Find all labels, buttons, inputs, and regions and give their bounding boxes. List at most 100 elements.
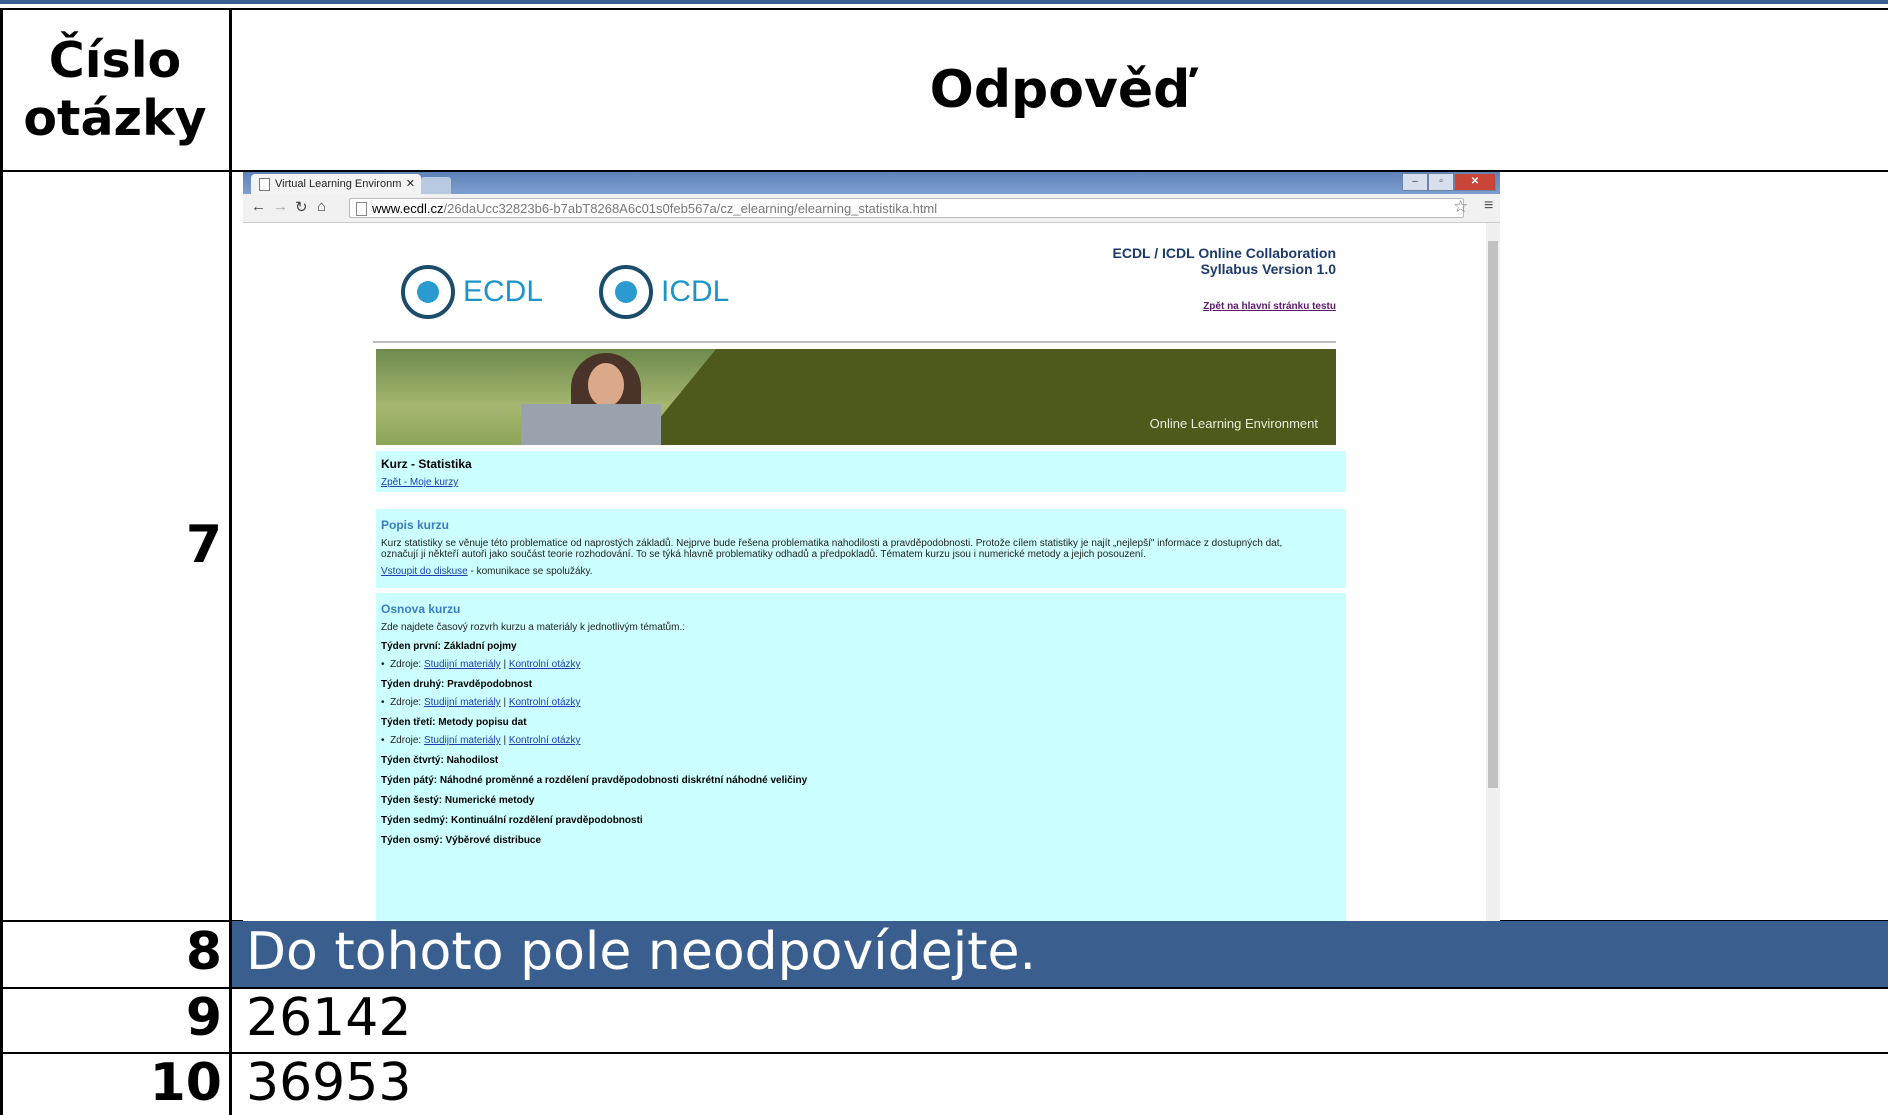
week-label: Týden šestý: (381, 795, 443, 806)
week-3: Týden třetí: Metody popisu dat (381, 717, 527, 728)
banner-text: Online Learning Environment (1149, 416, 1318, 431)
menu-icon[interactable]: ≡ (1484, 197, 1493, 215)
new-tab-button[interactable] (421, 177, 451, 194)
discussion-text: - komunikace se spolužáky. (467, 566, 593, 577)
home-icon[interactable]: ⌂ (317, 198, 326, 215)
week-topic: Metody popisu dat (435, 717, 527, 728)
quiz-link[interactable]: Kontrolní otázky (509, 697, 581, 708)
week-topic: Nahodilost (443, 755, 499, 766)
resources-label: Zdroje: (390, 659, 424, 670)
answer-header: Odpověď (929, 59, 1191, 120)
maximize-icon[interactable]: ▫ (1428, 173, 1454, 191)
discussion-link[interactable]: Vstoupit do diskuse (381, 566, 468, 577)
tab-bar: Virtual Learning Environm ✕ – ▫ ✕ (243, 172, 1500, 194)
week-topic: Výběrové distribuce (442, 835, 542, 846)
quiz-link[interactable]: Kontrolní otázky (509, 735, 581, 746)
answer-10: 36953 (246, 1053, 412, 1113)
description-text-1: Kurz statistiky se věnuje této problemat… (381, 538, 1283, 549)
ecdl-logo-text: ECDL (463, 275, 544, 308)
window-controls: – ▫ ✕ (1402, 173, 1496, 191)
answer-8: Do tohoto pole neodpovídejte. (246, 922, 1037, 982)
study-materials-link[interactable]: Studijní materiály (424, 697, 501, 708)
syllabus-title-line-1: ECDL / ICDL Online Collaboration (1112, 245, 1337, 261)
url-host: www.ecdl.cz (372, 201, 444, 216)
separator: | (500, 735, 509, 746)
header-line-2: otázky (23, 89, 207, 147)
week-topic: Náhodné proměnné a rozdělení pravděpodob… (437, 775, 808, 786)
back-arrow-icon[interactable]: ← (251, 198, 266, 215)
description-heading: Popis kurzu (381, 518, 450, 532)
resources-label: Zdroje: (390, 697, 424, 708)
resources-3: • Zdroje: Studijní materiály | Kontrolní… (381, 735, 581, 746)
separator: | (500, 659, 509, 670)
header-line-1: Číslo (48, 31, 182, 89)
forward-arrow-icon[interactable]: → (273, 198, 288, 215)
outline-box: Osnova kurzu Zde najdete časový rozvrh k… (376, 593, 1346, 921)
resources-label: Zdroje: (390, 735, 424, 746)
question-number-7: 7 (185, 515, 222, 575)
week-label: Týden druhý: (381, 679, 445, 690)
week-topic: Pravděpodobnost (444, 679, 533, 690)
question-number-10: 10 (149, 1053, 222, 1113)
url-path: /26daUcc32823b6-b7abT8268A6c01s0feb567a/… (443, 201, 938, 216)
top-accent-bar (0, 0, 1888, 4)
browser-screenshot: Virtual Learning Environm ✕ – ▫ ✕ ← → ↻ … (243, 172, 1500, 921)
close-tab-icon[interactable]: ✕ (406, 174, 415, 194)
resources-1: • Zdroje: Studijní materiály | Kontrolní… (381, 659, 581, 670)
week-5: Týden pátý: Náhodné proměnné a rozdělení… (381, 775, 807, 786)
address-bar[interactable]: www.ecdl.cz/26daUcc32823b6-b7abT8268A6c0… (349, 198, 1464, 218)
page-icon (259, 178, 270, 191)
bookmark-star-icon[interactable]: ☆ (1453, 197, 1468, 217)
icdl-logo: ICDL (599, 265, 729, 319)
back-to-test-link[interactable]: Zpět na hlavní stránku testu (1203, 301, 1336, 312)
tab-title: Virtual Learning Environm (275, 178, 402, 190)
question-number-8: 8 (185, 922, 222, 982)
question-number-header: Číslo otázky (0, 8, 230, 171)
week-label: Týden pátý: (381, 775, 438, 786)
ecdl-logo: ECDL (401, 265, 543, 319)
navigation-bar: ← → ↻ ⌂ www.ecdl.cz/26daUcc32823b6-b7abT… (243, 194, 1500, 223)
banner-face (588, 363, 624, 407)
answer-9: 26142 (246, 988, 412, 1048)
week-topic: Numerické metody (442, 795, 535, 806)
study-materials-link[interactable]: Studijní materiály (424, 659, 501, 670)
week-label: Týden třetí: (381, 717, 436, 728)
close-window-icon[interactable]: ✕ (1454, 173, 1496, 191)
globe-icon (599, 265, 653, 319)
browser-tab[interactable]: Virtual Learning Environm ✕ (251, 174, 421, 194)
description-box: Popis kurzu Kurz statistiky se věnuje té… (376, 509, 1346, 588)
question-number-9: 9 (185, 988, 222, 1048)
separator: | (500, 697, 509, 708)
reload-icon[interactable]: ↻ (295, 198, 308, 216)
study-materials-link[interactable]: Studijní materiály (424, 735, 501, 746)
week-topic: Kontinuální rozdělení pravděpodobnosti (448, 815, 643, 826)
course-box: Kurz - Statistika Zpět - Moje kurzy (376, 451, 1346, 492)
syllabus-title: ECDL / ICDL Online Collaboration Syllabu… (1113, 245, 1337, 277)
divider (373, 341, 1336, 343)
quiz-link[interactable]: Kontrolní otázky (509, 659, 581, 670)
scrollbar-thumb[interactable] (1488, 241, 1498, 788)
banner: Online Learning Environment (376, 349, 1336, 445)
outline-intro: Zde najdete časový rozvrh kurzu a materi… (381, 622, 686, 633)
week-8: Týden osmý: Výběrové distribuce (381, 835, 541, 846)
week-1: Týden první: Základní pojmy (381, 641, 517, 652)
week-label: Týden sedmý: (381, 815, 449, 826)
scrollbar[interactable] (1486, 223, 1500, 921)
description-text-2: označují ji někteří autoři jako součást … (381, 549, 1147, 560)
syllabus-title-line-2: Syllabus Version 1.0 (1200, 261, 1336, 277)
minimize-icon[interactable]: – (1402, 173, 1428, 191)
week-4: Týden čtvrtý: Nahodilost (381, 755, 498, 766)
week-label: Týden první: (381, 641, 442, 652)
globe-icon (401, 265, 455, 319)
outline-heading: Osnova kurzu (381, 602, 461, 616)
week-7: Týden sedmý: Kontinuální rozdělení pravd… (381, 815, 643, 826)
week-topic: Základní pojmy (441, 641, 517, 652)
week-2: Týden druhý: Pravděpodobnost (381, 679, 532, 690)
week-6: Týden šestý: Numerické metody (381, 795, 534, 806)
icdl-logo-text: ICDL (661, 275, 730, 308)
page-icon (356, 202, 367, 216)
week-label: Týden osmý: (381, 835, 443, 846)
course-title: Kurz - Statistika (381, 457, 472, 471)
my-courses-link[interactable]: Zpět - Moje kurzy (381, 477, 458, 488)
week-label: Týden čtvrtý: (381, 755, 444, 766)
